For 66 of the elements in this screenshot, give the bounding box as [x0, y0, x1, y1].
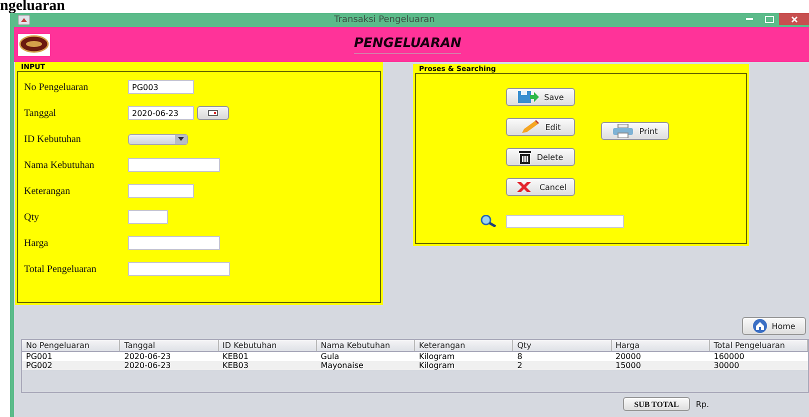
table-cell-text: 15000: [614, 361, 642, 370]
column-header[interactable]: ID Kebutuhan: [218, 340, 317, 351]
cancel-button[interactable]: Cancel: [506, 178, 575, 196]
field-label: Qty: [24, 210, 40, 224]
text-field[interactable]: PG003: [128, 80, 194, 94]
printer-icon: [612, 124, 634, 138]
column-header[interactable]: Tanggal: [120, 340, 218, 351]
table-cell-text: 8: [516, 352, 524, 361]
currency-label: Rp.: [696, 400, 709, 408]
delete-button[interactable]: Delete: [506, 148, 575, 166]
field-label: No Pengeluaran: [24, 80, 90, 94]
field-label: Nama Kebutuhan: [24, 158, 96, 172]
date-field[interactable]: 2020-06-23: [128, 106, 194, 120]
caret-icon: [178, 137, 184, 141]
column-header[interactable]: No Pengeluaran: [22, 340, 120, 351]
table-cell-text: Mayonaise: [320, 361, 364, 370]
app-icon: [18, 15, 30, 25]
calendar-icon: [208, 110, 218, 116]
text-field[interactable]: [128, 210, 168, 224]
maximize-icon: [764, 16, 774, 22]
table-cell-text: 30000: [712, 361, 740, 370]
table-cell-text: KEB03: [222, 361, 250, 370]
calendar-button[interactable]: [197, 106, 229, 120]
text-field[interactable]: [128, 158, 220, 172]
table-cell-text: 2: [516, 361, 524, 370]
table-cell-text: 2020-06-23: [123, 352, 172, 361]
table-cell-text: PG002: [25, 361, 54, 370]
page-title: PENGELUARAN: [354, 36, 462, 54]
edit-button[interactable]: Edit: [506, 118, 575, 136]
table-cell-text: 160000: [712, 352, 746, 361]
column-header[interactable]: Nama Kebutuhan: [316, 340, 415, 351]
dropdown[interactable]: [128, 134, 188, 144]
pencil-icon: [520, 120, 540, 134]
sub-total-button[interactable]: SUB TOTAL: [623, 397, 690, 411]
window-title: Transaksi Pengeluaran: [333, 15, 436, 25]
field-label: Total Pengeluaran: [24, 262, 98, 276]
field-label: Tanggal: [24, 106, 58, 120]
close-icon: [790, 16, 798, 22]
column-header[interactable]: Keterangan: [415, 340, 514, 351]
floppy-disk-icon: [517, 90, 540, 104]
column-header[interactable]: Harga: [612, 340, 710, 351]
minimize-icon: [746, 18, 752, 20]
table-cell-text: Kilogram: [418, 352, 456, 361]
search-field[interactable]: [506, 214, 624, 228]
text-field[interactable]: [128, 184, 194, 198]
field-label: Harga: [24, 236, 50, 250]
house-icon: [752, 319, 767, 333]
table-cell-text: Gula: [320, 352, 340, 361]
close-button[interactable]: [779, 13, 809, 25]
search-icon: [480, 215, 498, 227]
trash-can-icon: [518, 150, 532, 164]
column-header[interactable]: Qty: [513, 340, 612, 351]
text-field[interactable]: [128, 236, 220, 250]
column-header[interactable]: Total Pengeluaran: [710, 340, 808, 351]
text-field[interactable]: [128, 262, 230, 276]
field-label: ID Kebutuhan: [24, 132, 82, 146]
save-button[interactable]: Save: [506, 88, 575, 106]
table-cell-text: 20000: [614, 352, 642, 361]
table-cell-text: 2020-06-23: [123, 361, 172, 370]
table-cell-text: PG001: [25, 352, 54, 361]
home-button[interactable]: Home: [742, 317, 806, 335]
print-button[interactable]: Print: [601, 122, 669, 140]
field-label: Keterangan: [24, 184, 72, 198]
table-cell-text: KEB01: [222, 352, 250, 361]
table-cell-text: Kilogram: [418, 361, 456, 370]
logo-icon: [18, 34, 50, 56]
